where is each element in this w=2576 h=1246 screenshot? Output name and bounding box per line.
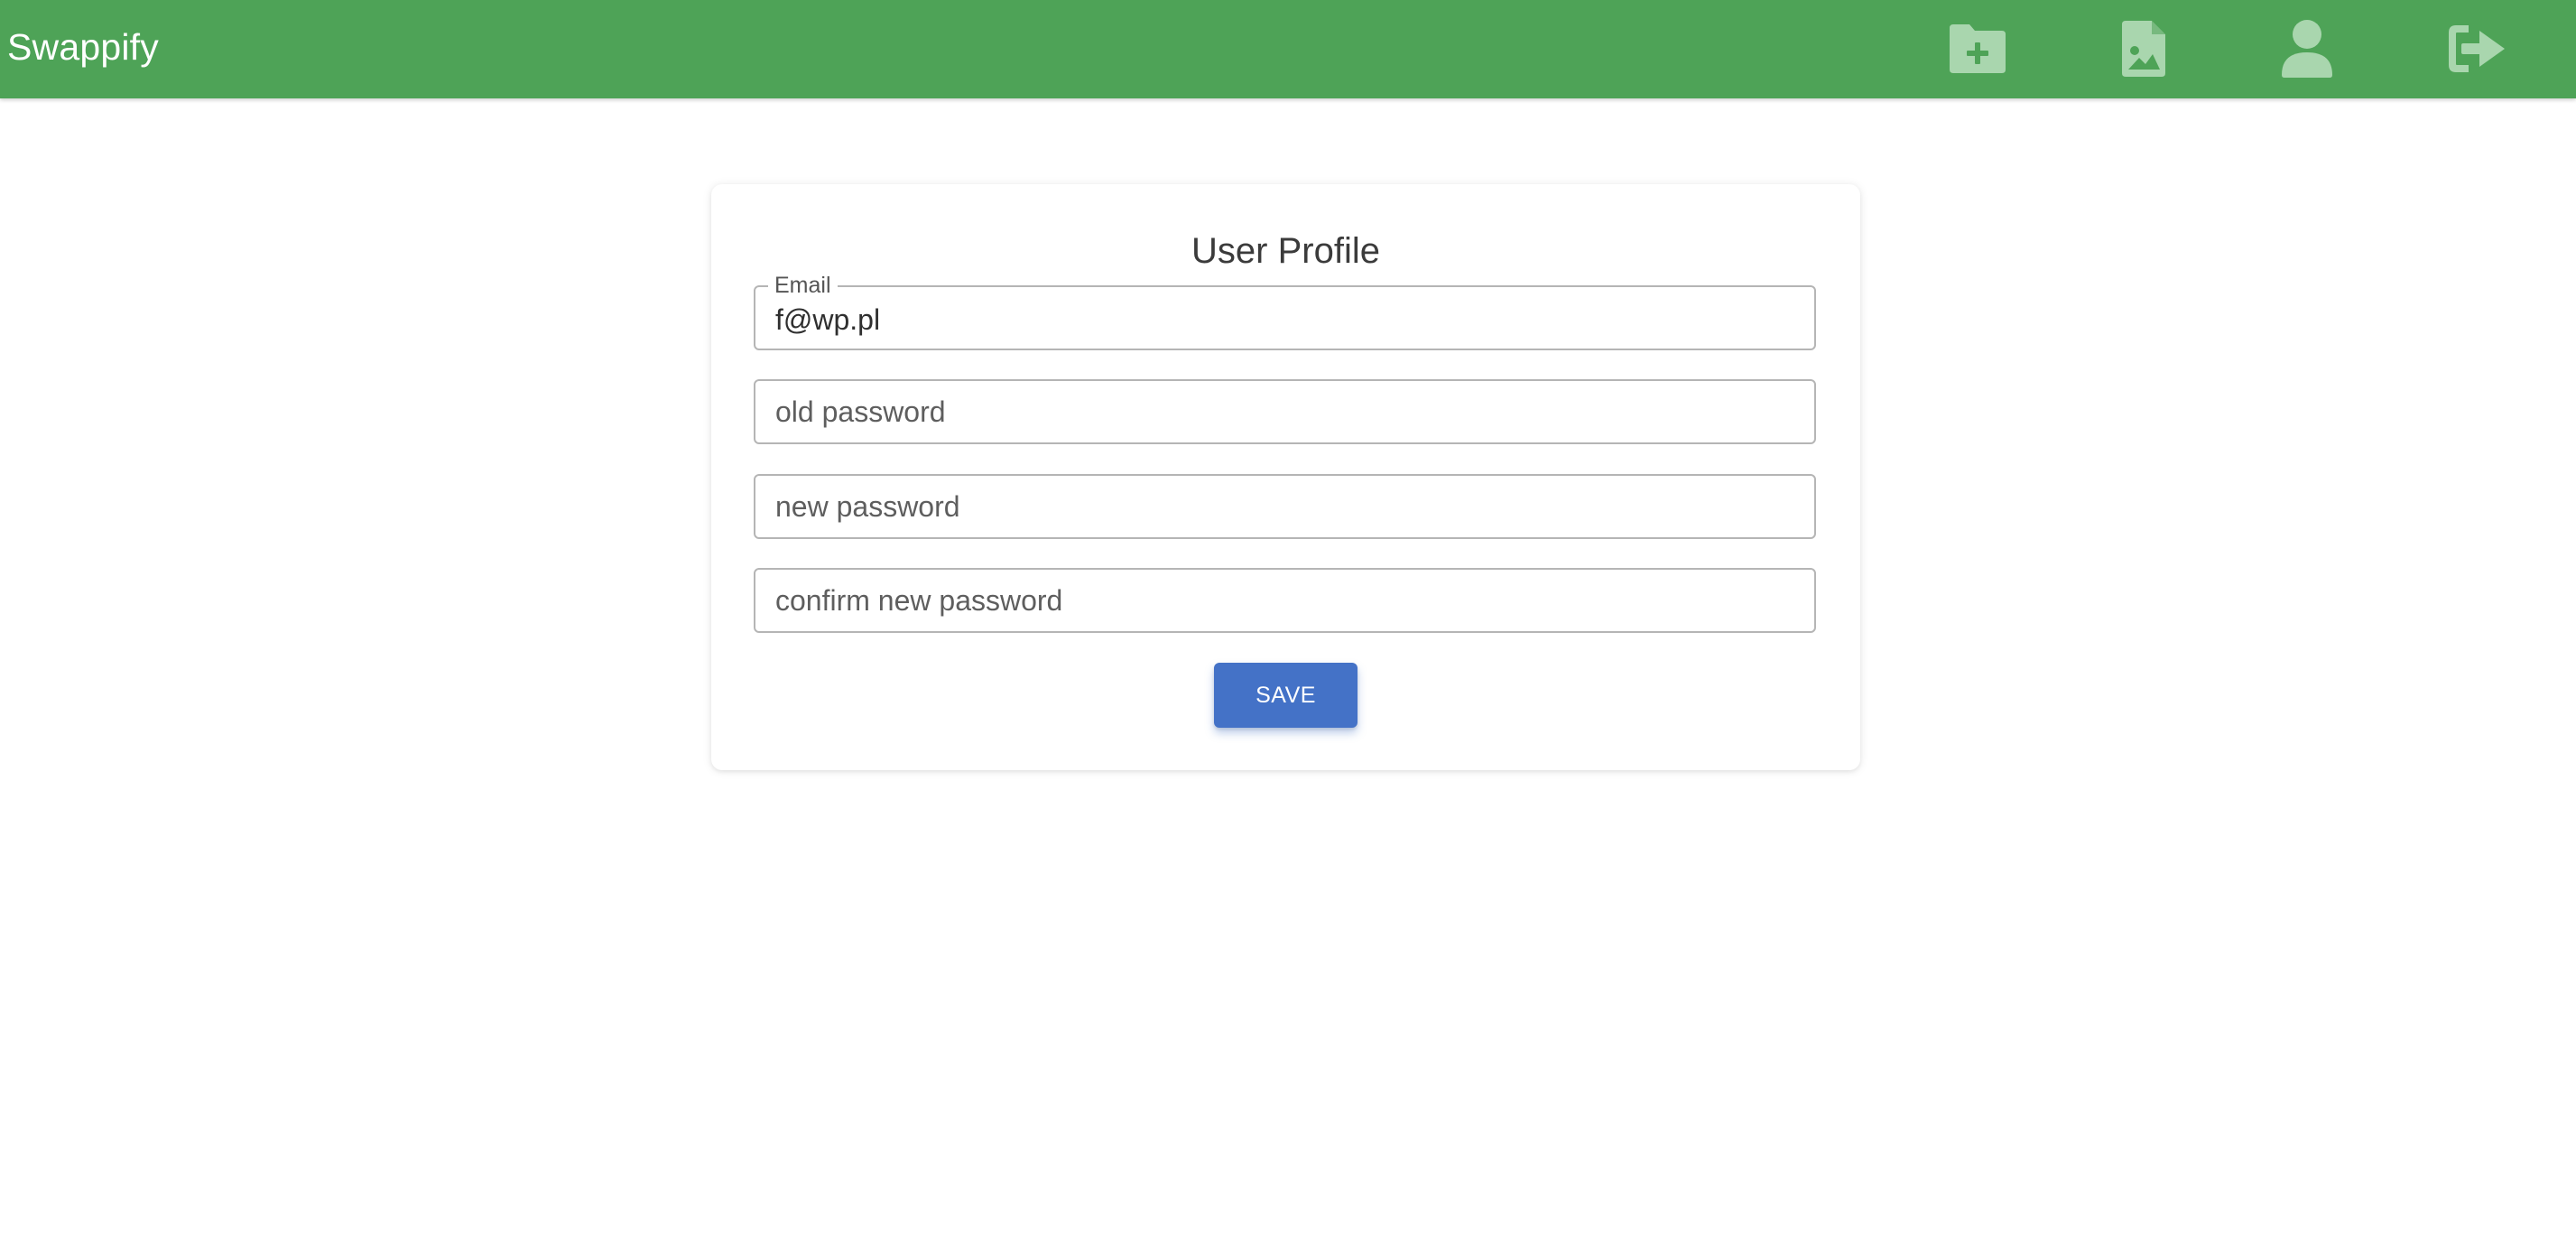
new-password-input[interactable] (755, 476, 1814, 537)
email-label: Email (768, 274, 838, 297)
confirm-password-input[interactable] (755, 570, 1814, 631)
folder-plus-icon[interactable] (1945, 16, 2010, 81)
old-password-field (754, 379, 1816, 444)
email-input[interactable] (755, 287, 1814, 349)
user-icon[interactable] (2275, 16, 2340, 81)
new-password-field (754, 474, 1816, 539)
top-app-bar: Swappify (0, 0, 2576, 98)
page-title: User Profile (1191, 231, 1380, 271)
save-button[interactable]: SAVE (1214, 663, 1357, 728)
file-image-icon[interactable] (2111, 16, 2176, 81)
user-profile-card: User Profile Email SAVE (711, 184, 1860, 770)
sign-out-icon[interactable] (2444, 16, 2509, 81)
confirm-password-field (754, 568, 1816, 633)
email-field: Email (754, 274, 1816, 350)
old-password-input[interactable] (755, 381, 1814, 442)
app-brand[interactable]: Swappify (7, 25, 159, 69)
